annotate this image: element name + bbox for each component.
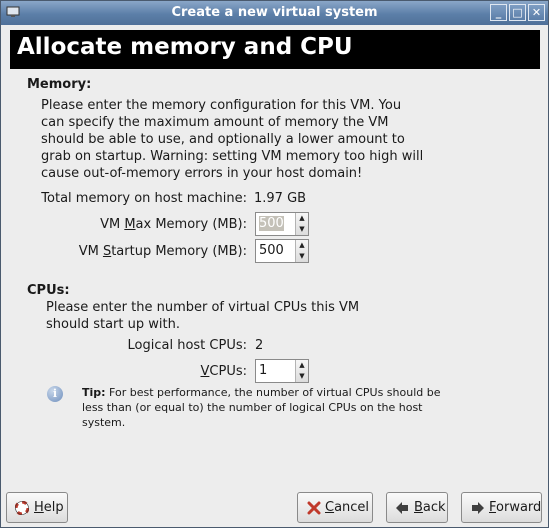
right-arrow-icon [472,502,484,514]
cancel-button[interactable]: Cancel [297,492,373,523]
startup-memory-label: VM Startup Memory (MB): [78,244,247,259]
logical-cpus-value: 2 [255,338,264,353]
max-memory-spinbutton[interactable]: 500 ▲ ▼ [255,212,309,236]
help-button[interactable]: Help [6,492,68,523]
vcpus-input[interactable]: 1 [259,363,267,378]
close-button[interactable]: ✕ [528,4,545,21]
title-bar[interactable]: Create a new virtual system _ □ ✕ [1,1,548,25]
minimize-icon: _ [495,6,502,19]
tip-text: Tip: For best performance, the number of… [82,386,441,429]
window-title: Create a new virtual system [171,5,378,20]
minimize-button[interactable]: _ [490,4,507,21]
maximize-icon: □ [512,6,523,19]
close-icon: ✕ [531,6,542,19]
startup-memory-spinbutton[interactable]: 500 ▲ ▼ [255,239,309,263]
memory-section-label: Memory: [27,77,92,92]
chevron-up-icon[interactable]: ▲ [296,360,308,371]
lifebuoy-icon [15,501,29,515]
max-memory-stepper[interactable]: ▲ ▼ [295,213,308,235]
cpus-section-label: CPUs: [27,283,70,298]
red-x-icon [307,501,321,515]
vcpus-spinbutton[interactable]: 1 ▲ ▼ [255,359,309,383]
chevron-down-icon[interactable]: ▼ [296,371,308,382]
startup-memory-stepper[interactable]: ▲ ▼ [295,240,308,262]
chevron-up-icon[interactable]: ▲ [296,240,308,251]
total-memory-label: Total memory on host machine: [41,191,247,206]
chevron-down-icon[interactable]: ▼ [296,224,308,235]
max-memory-input[interactable]: 500 [259,216,284,231]
info-icon: i [47,386,63,402]
vcpus-label: VCPUs: [200,364,248,379]
memory-intro-text: Please enter the memory configuration fo… [41,98,424,181]
chevron-down-icon[interactable]: ▼ [296,251,308,262]
chevron-up-icon[interactable]: ▲ [296,213,308,224]
logical-cpus-label: Logical host CPUs: [127,338,247,353]
dialog-window: Create a new virtual system _ □ ✕ Alloca… [0,0,549,528]
page-header: Allocate memory and CPU [10,30,540,69]
max-memory-label: VM Max Memory (MB): [100,217,247,232]
cpus-intro-text: Please enter the number of virtual CPUs … [46,300,360,332]
startup-memory-input[interactable]: 500 [259,243,284,258]
page-title: Allocate memory and CPU [17,34,353,60]
total-memory-value: 1.97 GB [254,191,307,206]
vcpus-stepper[interactable]: ▲ ▼ [295,360,308,382]
left-arrow-icon [396,502,408,514]
back-button[interactable]: Back [386,492,448,523]
forward-button[interactable]: Forward [461,492,542,523]
maximize-button[interactable]: □ [509,4,526,21]
